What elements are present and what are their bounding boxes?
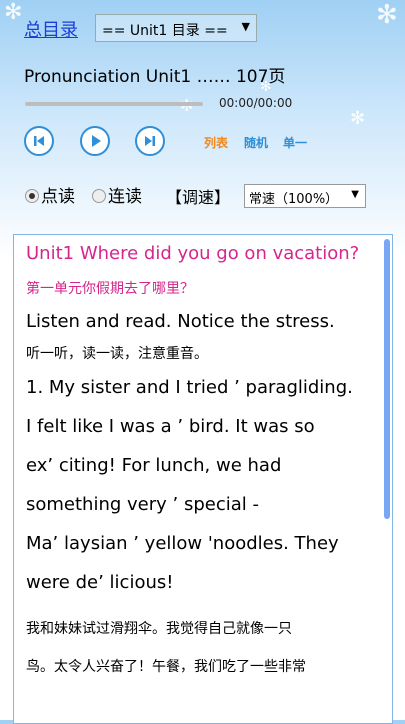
skip-next-icon <box>145 136 155 146</box>
continuous-read-option[interactable]: 连读 <box>92 182 142 207</box>
lesson-text: Unit1 Where did you go on vacation? 第一单元… <box>26 235 376 686</box>
lesson-title[interactable]: Unit1 Where did you go on vacation? <box>26 242 376 266</box>
radio-selected-icon[interactable] <box>25 189 39 203</box>
paragraph-line: 1. My sister and I tried ’ paragliding. <box>26 377 353 398</box>
paragraph-line: Ma’ laysian ’ yellow 'noodles. They <box>26 533 339 554</box>
lesson-content-panel[interactable]: Unit1 Where did you go on vacation? 第一单元… <box>13 234 393 724</box>
paragraph-line: ex’ citing! For lunch, we had <box>26 455 282 476</box>
time-readout: 00:00/00:00 <box>219 96 293 110</box>
continuous-read-label: 连读 <box>108 187 142 207</box>
previous-button[interactable] <box>24 126 54 156</box>
table-of-contents-link[interactable]: 总目录 <box>24 16 78 42</box>
lesson-title-translation[interactable]: 第一单元你假期去了哪里？ <box>26 279 376 299</box>
next-button[interactable] <box>135 126 165 156</box>
translation-line: 我和妹妹试过滑翔伞。我觉得自己就像一只 <box>26 621 292 637</box>
radio-unselected-icon[interactable] <box>92 189 106 203</box>
chevron-down-icon: ▼ <box>351 189 359 200</box>
player-header: 总目录 == Unit1 目录 == ▼ Pronunciation Unit1… <box>0 0 405 232</box>
unit-select[interactable]: == Unit1 目录 == ▼ <box>95 14 257 42</box>
translation-line: 鸟。太令人兴奋了！午餐，我们吃了一些非常 <box>26 659 306 675</box>
mode-single-button[interactable]: 单一 <box>283 134 307 151</box>
unit-select-value: == Unit1 目录 == <box>102 23 228 39</box>
progress-bar[interactable] <box>25 102 203 106</box>
speed-adjust-label: 【调速】 <box>166 188 231 207</box>
track-title: Pronunciation Unit1 …… 107页 <box>24 67 286 87</box>
chevron-down-icon: ▼ <box>241 20 250 33</box>
paragraph-line: I felt like I was a ’ bird. It was so <box>26 416 315 437</box>
paragraph-line: something very ’ special - <box>26 494 259 515</box>
paragraph-english[interactable]: 1. My sister and I tried ’ paragliding. … <box>26 368 376 602</box>
mode-random-button[interactable]: 随机 <box>244 134 268 151</box>
instruction-translation[interactable]: 听一听，读一读，注意重音。 <box>26 344 376 364</box>
play-icon <box>92 135 101 147</box>
point-read-option[interactable]: 点读 <box>25 182 75 207</box>
instruction-sentence[interactable]: Listen and read. Notice the stress. <box>26 302 376 341</box>
skip-previous-icon <box>34 136 44 146</box>
point-read-label: 点读 <box>41 187 75 207</box>
mode-list-button[interactable]: 列表 <box>204 134 228 151</box>
play-button[interactable] <box>80 126 110 156</box>
paragraph-line: were de’ licious! <box>26 572 174 593</box>
speed-select[interactable]: 常速（100%） ▼ <box>244 184 366 208</box>
speed-select-value: 常速（100%） <box>249 192 339 207</box>
paragraph-translation[interactable]: 我和妹妹试过滑翔伞。我觉得自己就像一只 鸟。太令人兴奋了！午餐，我们吃了一些非常 <box>26 610 376 686</box>
scrollbar[interactable] <box>384 239 390 519</box>
